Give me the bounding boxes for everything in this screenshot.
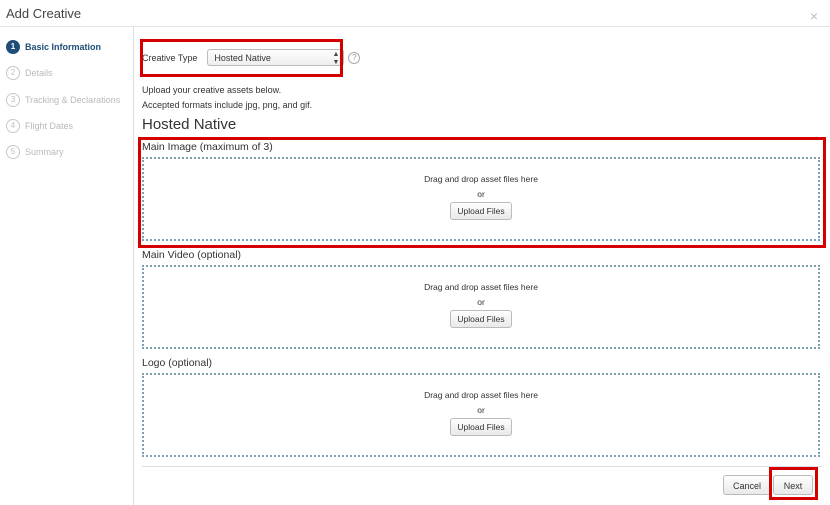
main-image-dropzone[interactable]: Drag and drop asset files here or Upload… [142, 157, 820, 241]
dropzone-or: or [477, 405, 485, 415]
main-video-label: Main Video (optional) [142, 249, 242, 261]
logo-dropzone[interactable]: Drag and drop asset files here or Upload… [142, 373, 820, 457]
accepted-formats: Accepted formats include jpg, png, and g… [142, 100, 313, 110]
step-number-icon: 4 [6, 119, 20, 133]
dialog-titlebar: Add Creative × [0, 0, 830, 27]
step-tracking-declarations[interactable]: 3 Tracking & Declarations [6, 92, 120, 108]
dialog-title: Add Creative [6, 6, 82, 21]
creative-type-value: Hosted Native [214, 53, 271, 63]
step-flight-dates[interactable]: 4 Flight Dates [6, 118, 73, 134]
next-button[interactable]: Next [773, 475, 813, 495]
step-summary[interactable]: 5 Summary [6, 144, 64, 160]
step-label: Tracking & Declarations [25, 95, 121, 105]
main-video-dropzone[interactable]: Drag and drop asset files here or Upload… [142, 265, 820, 349]
dropzone-text: Drag and drop asset files here [424, 282, 538, 292]
main-image-label: Main Image (maximum of 3) [142, 141, 273, 153]
step-details[interactable]: 2 Details [6, 65, 53, 81]
step-label: Basic Information [25, 42, 102, 52]
dropzone-text: Drag and drop asset files here [424, 390, 538, 400]
step-number-icon: 3 [6, 93, 20, 107]
step-number-icon: 2 [6, 66, 20, 80]
dropzone-or: or [477, 297, 485, 307]
creative-type-label: Creative Type [142, 52, 198, 63]
page-title: Hosted Native [142, 116, 237, 133]
steps-sidebar: 1 Basic Information 2 Details 3 Tracking… [0, 27, 134, 505]
select-arrows-icon: ▲ ▼ [332, 50, 340, 66]
step-label: Flight Dates [25, 121, 74, 131]
upload-instructions: Upload your creative assets below. [142, 85, 282, 95]
creative-type-select[interactable]: Hosted Native ▲ ▼ [207, 49, 345, 66]
step-label: Details [25, 68, 53, 78]
upload-files-button[interactable]: Upload Files [450, 418, 512, 436]
step-number-icon: 5 [6, 145, 20, 159]
step-number-icon: 1 [6, 40, 20, 54]
footer-divider [142, 466, 822, 467]
creative-type-row: Creative Type Hosted Native ▲ ▼ ? [142, 49, 361, 66]
upload-files-button[interactable]: Upload Files [450, 310, 512, 328]
dropzone-or: or [477, 189, 485, 199]
dropzone-text: Drag and drop asset files here [424, 174, 538, 184]
step-basic-information[interactable]: 1 Basic Information [6, 39, 101, 55]
main-panel: Creative Type Hosted Native ▲ ▼ ? Upload … [134, 27, 830, 505]
close-icon[interactable]: × [810, 8, 818, 24]
upload-files-button[interactable]: Upload Files [450, 202, 512, 220]
help-icon[interactable]: ? [348, 51, 361, 64]
logo-label: Logo (optional) [142, 357, 213, 369]
step-label: Summary [25, 147, 64, 157]
cancel-button[interactable]: Cancel [723, 475, 771, 495]
